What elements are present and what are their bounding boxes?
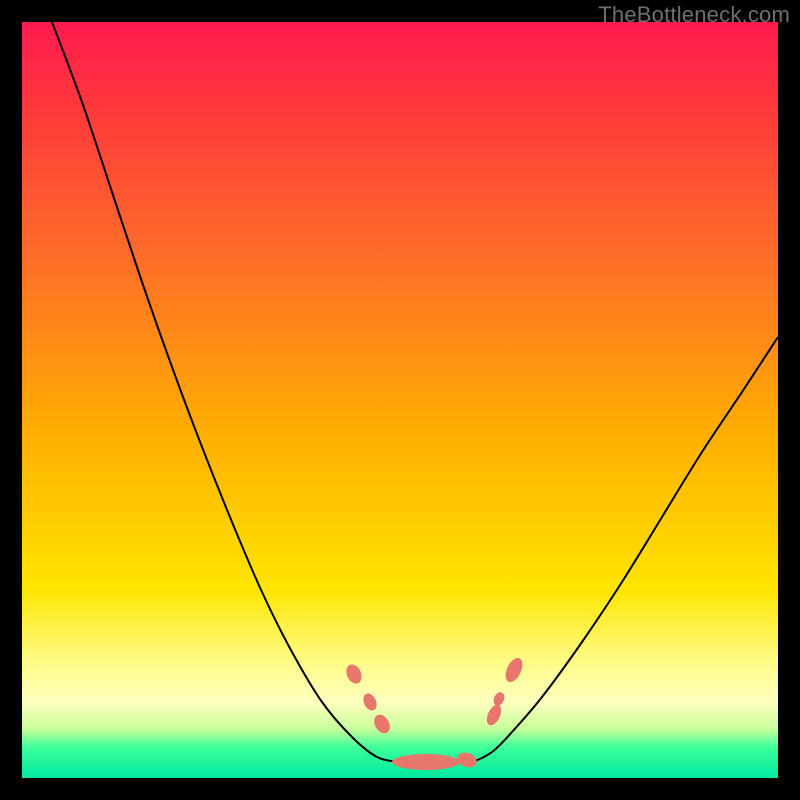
marker-point-0 [343, 662, 364, 686]
marker-point-2 [371, 712, 393, 736]
chart-svg [22, 22, 778, 778]
watermark-text: TheBottleneck.com [598, 2, 790, 28]
series-left-curve [52, 22, 398, 762]
series-right-curve [462, 337, 778, 763]
chart-plot-area [22, 22, 778, 778]
marker-point-5 [484, 702, 504, 727]
chart-lines [52, 22, 778, 763]
marker-point-1 [361, 691, 379, 712]
marker-point-6 [492, 691, 507, 708]
marker-point-7 [502, 655, 526, 684]
marker-point-4 [455, 750, 479, 770]
marker-point-3 [392, 754, 460, 770]
